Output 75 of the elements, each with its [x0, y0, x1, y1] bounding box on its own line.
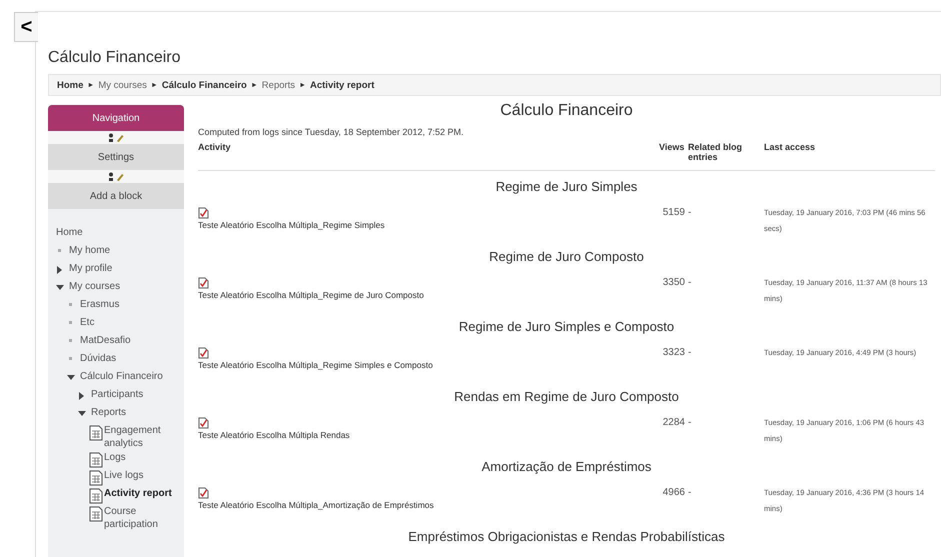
add-block-button[interactable]: Add a block — [48, 183, 184, 209]
tree-item[interactable]: Erasmus — [80, 299, 120, 311]
bullet-icon — [69, 303, 72, 306]
report-icon — [89, 425, 103, 441]
report-title: Cálculo Financeiro — [499, 102, 634, 121]
activity-link[interactable]: Teste Aleatório Escolha Múltipla_Regime de Juro Composto — [198, 290, 424, 300]
table-cell-text: 3323 — [662, 346, 685, 360]
move-icon[interactable] — [108, 133, 124, 142]
section-heading: Empréstimos Obrigacionistas e Rendas Probabilísticas — [407, 528, 726, 546]
table-cell-text: 2284 — [662, 416, 685, 430]
bullet-icon — [58, 249, 61, 252]
tree-item[interactable]: Course participation — [104, 506, 184, 531]
tree-item[interactable]: MatDesafio — [80, 335, 131, 347]
tree-item[interactable]: Dúvidas — [80, 353, 116, 365]
report-note: Computed from logs since Tuesday, 18 September 2012, 7:52 PM. — [198, 127, 464, 137]
quiz-icon — [198, 277, 209, 289]
table-cell-text: - — [687, 346, 692, 360]
activity-link[interactable]: Teste Aleatório Escolha Múltipla_Regime Simples — [198, 220, 385, 230]
table-cell-text: 3350 — [662, 276, 685, 290]
section-heading: Rendas em Regime de Juro Composto — [453, 388, 680, 406]
report-icon — [89, 506, 103, 522]
activity-link[interactable]: Teste Aleatório Escolha Múltipla_Regime Simples e Composto — [198, 360, 433, 370]
breadcrumb-link[interactable]: Home — [57, 80, 84, 90]
tree-item[interactable]: Live logs — [104, 470, 144, 482]
table-cell-text: - — [687, 486, 692, 500]
tree-item[interactable]: Etc — [80, 317, 94, 329]
collapsed-arrow-icon[interactable] — [56, 266, 64, 274]
tree-item[interactable]: Cálculo Financeiro — [80, 371, 163, 383]
report-icon — [89, 488, 103, 504]
tree-item[interactable]: Logs — [104, 452, 126, 464]
bullet-icon — [69, 339, 72, 342]
tree-item[interactable]: My profile — [69, 263, 112, 275]
back-button[interactable]: < — [14, 12, 38, 42]
quiz-icon — [198, 487, 209, 499]
column-header: Activity — [198, 142, 232, 154]
report-icon — [89, 452, 103, 468]
quiz-icon — [198, 207, 209, 219]
column-header: Last access — [763, 142, 816, 154]
table-cell-text: 5159 — [662, 206, 685, 220]
table-cell-text: - — [687, 416, 692, 430]
table-cell-text: 4966 — [662, 486, 685, 500]
collapsed-arrow-icon[interactable] — [78, 392, 86, 400]
tree-item[interactable]: Home — [56, 227, 83, 245]
section-heading: Regime de Juro Simples e Composto — [458, 318, 676, 336]
quiz-icon — [198, 347, 209, 359]
column-header: Related blog entries — [687, 142, 744, 164]
tree-item[interactable]: My home — [69, 245, 110, 257]
table-cell-text: - — [687, 276, 692, 290]
breadcrumb-link[interactable]: Reports — [262, 80, 296, 90]
table-cell-text: - — [687, 206, 692, 220]
tree-item[interactable]: Engagement analytics — [104, 425, 184, 450]
breadcrumb-link[interactable]: My courses — [98, 80, 147, 90]
section-heading: Regime de Juro Simples — [494, 178, 638, 196]
move-icon[interactable] — [108, 172, 124, 181]
expanded-arrow-icon[interactable] — [67, 374, 75, 382]
tree-item[interactable]: Reports — [91, 407, 126, 419]
report-icon — [89, 470, 103, 486]
section-heading: Regime de Juro Composto — [488, 248, 645, 266]
tree-item[interactable]: Participants — [91, 389, 144, 401]
tree-item[interactable]: My courses — [69, 281, 120, 293]
block-header[interactable]: Settings — [48, 144, 184, 170]
quiz-icon — [198, 417, 209, 429]
tree-item[interactable]: Activity report — [104, 488, 172, 500]
section-heading: Amortização de Empréstimos — [480, 458, 652, 476]
breadcrumb-link[interactable]: Activity report — [310, 80, 374, 90]
activity-link[interactable]: Teste Aleatório Escolha Múltipla Rendas — [198, 430, 350, 440]
column-header: Views — [658, 142, 685, 154]
bullet-icon — [69, 357, 72, 360]
bullet-icon — [69, 321, 72, 324]
expanded-arrow-icon[interactable] — [56, 284, 64, 292]
activity-link[interactable]: Teste Aleatório Escolha Múltipla_Amortização de Empréstimos — [198, 500, 434, 510]
page-title: Cálculo Financeiro — [48, 49, 182, 68]
breadcrumb-link[interactable]: Cálculo Financeiro — [162, 80, 247, 90]
expanded-arrow-icon[interactable] — [78, 410, 86, 418]
block-header[interactable]: Navigation — [48, 105, 184, 131]
